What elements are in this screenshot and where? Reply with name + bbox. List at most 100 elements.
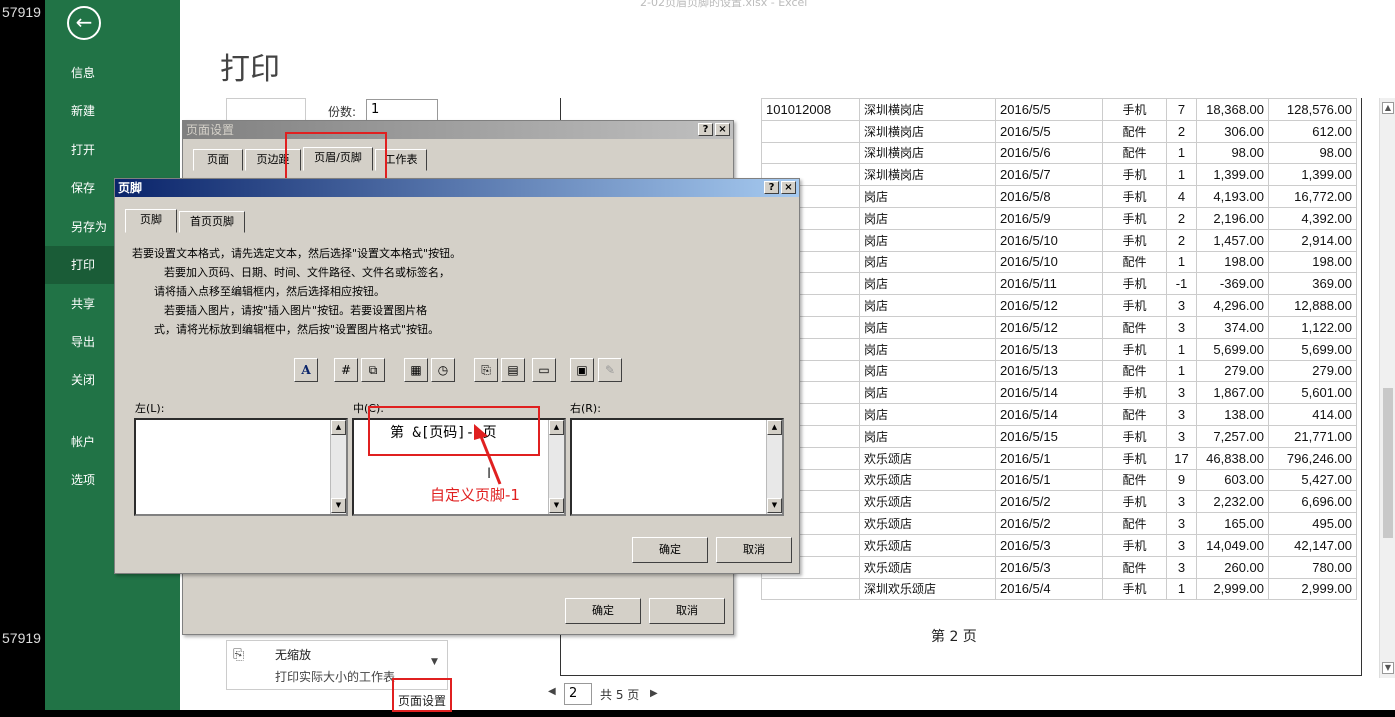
tab-page[interactable]: 页面 (193, 149, 243, 171)
right-section-input[interactable]: ▲ ▼ (570, 418, 784, 516)
date-icon[interactable]: ▦ (404, 358, 428, 382)
footer-dialog-title: 页脚 ? × (115, 179, 799, 197)
quantity-cell: 2 (1166, 206, 1197, 230)
scaling-label: 无缩放 (275, 648, 312, 662)
store-name-cell: 岗店 (859, 206, 996, 230)
tab-first-page-footer[interactable]: 首页页脚 (179, 211, 245, 233)
scroll-down-icon[interactable]: ▼ (1382, 662, 1394, 674)
unit-price-cell: 2,196.00 (1196, 206, 1269, 230)
category-cell: 手机 (1102, 163, 1167, 187)
order-date-cell: 2016/5/3 (995, 555, 1103, 579)
table-row: 101012008 深圳横岗店 2016/5/5 手机 7 18,368.00 128,57… (761, 98, 1357, 121)
order-date-cell: 2016/5/15 (995, 424, 1103, 448)
category-cell: 手机 (1102, 272, 1167, 296)
category-cell: 配件 (1102, 315, 1167, 339)
table-row: 欢乐颂店 2016/5/1 配件 9 603.00 5,427.00 (761, 468, 1357, 492)
tab-header-footer[interactable]: 页眉/页脚 (303, 147, 373, 171)
order-date-cell: 2016/5/8 (995, 185, 1103, 208)
store-name-cell: 欢乐颂店 (859, 533, 996, 557)
order-date-cell: 2016/5/14 (995, 381, 1103, 405)
table-row: 岗店 2016/5/9 手机 2 2,196.00 4,392.00 (761, 206, 1357, 230)
order-date-cell: 2016/5/13 (995, 337, 1103, 361)
store-name-cell: 岗店 (859, 359, 996, 383)
sidebar-item-open[interactable]: 打开 (45, 131, 180, 169)
category-cell: 手机 (1102, 490, 1167, 514)
page-number-icon[interactable]: # (334, 358, 358, 382)
prev-page-icon[interactable]: ◀ (548, 686, 556, 697)
amount-cell: 1,399.00 (1268, 163, 1357, 187)
page-setup-link[interactable]: 页面设置 (392, 678, 452, 712)
page-count-icon[interactable]: ⧉ (361, 358, 385, 382)
scroll-up-icon[interactable]: ▲ (1382, 102, 1394, 114)
tab-footer[interactable]: 页脚 (125, 209, 177, 233)
close-icon[interactable]: × (781, 181, 796, 194)
store-name-cell: 岗店 (859, 294, 996, 317)
sidebar-item-new[interactable]: 新建 (45, 92, 180, 130)
order-date-cell: 2016/5/6 (995, 141, 1103, 165)
next-page-icon[interactable]: ▶ (650, 688, 658, 699)
amount-cell: 5,699.00 (1268, 337, 1357, 361)
footer-title-text: 页脚 (118, 181, 143, 195)
instruction-line-2: 若要加入页码、日期、时间、文件路径、文件名或标签名， (164, 266, 450, 279)
store-name-cell: 岗店 (859, 315, 996, 339)
order-id-cell: 101012008 (761, 98, 860, 121)
category-cell: 配件 (1102, 359, 1167, 383)
order-date-cell: 2016/5/2 (995, 512, 1103, 535)
help-icon[interactable]: ? (764, 181, 779, 194)
footer-cancel-button[interactable]: 取消 (716, 537, 792, 563)
scroll-down-icon[interactable]: ▼ (549, 498, 564, 513)
scroll-up-icon[interactable]: ▲ (767, 420, 782, 435)
store-name-cell: 欢乐颂店 (859, 555, 996, 579)
help-icon[interactable]: ? (698, 123, 713, 136)
quantity-cell: 3 (1166, 533, 1197, 557)
scroll-up-icon[interactable]: ▲ (549, 420, 564, 435)
amount-cell: 2,999.00 (1268, 577, 1357, 601)
copies-input[interactable]: 1 (366, 99, 438, 121)
left-section-input[interactable]: ▲ ▼ (134, 418, 348, 516)
table-row: 岗店 2016/5/10 手机 2 1,457.00 2,914.00 (761, 228, 1357, 252)
format-text-icon[interactable]: A (294, 358, 318, 382)
center-section-scrollbar[interactable]: ▲ ▼ (548, 420, 564, 514)
category-cell: 手机 (1102, 337, 1167, 361)
annotation-arrow-icon (474, 424, 502, 485)
back-arrow-icon[interactable]: ← (67, 6, 101, 40)
scroll-thumb[interactable] (1383, 388, 1393, 538)
store-name-cell: 欢乐颂店 (859, 490, 996, 514)
store-name-cell: 深圳横岗店 (859, 163, 996, 187)
order-date-cell: 2016/5/9 (995, 206, 1103, 230)
file-name-icon[interactable]: ▤ (501, 358, 525, 382)
page-number-input[interactable]: 2 (564, 683, 592, 705)
order-date-cell: 2016/5/12 (995, 294, 1103, 317)
category-cell: 手机 (1102, 381, 1167, 405)
amount-cell: 98.00 (1268, 141, 1357, 165)
store-name-cell: 岗店 (859, 381, 996, 405)
preview-page-footer: 第 2 页 (931, 629, 977, 645)
time-icon[interactable]: ◷ (431, 358, 455, 382)
close-icon[interactable]: × (715, 123, 730, 136)
chevron-down-icon[interactable]: ▼ (431, 657, 438, 667)
right-section-scrollbar[interactable]: ▲ ▼ (766, 420, 782, 514)
preview-scrollbar[interactable]: ▲ ▼ (1379, 98, 1395, 678)
order-id-cell (761, 119, 860, 143)
page-setup-cancel-button[interactable]: 取消 (649, 598, 725, 624)
scroll-down-icon[interactable]: ▼ (331, 498, 346, 513)
footer-ok-button[interactable]: 确定 (632, 537, 708, 563)
order-date-cell: 2016/5/10 (995, 250, 1103, 274)
unit-price-cell: 603.00 (1196, 468, 1269, 492)
table-row: 欢乐颂店 2016/5/2 配件 3 165.00 495.00 (761, 512, 1357, 535)
scroll-up-icon[interactable]: ▲ (331, 420, 346, 435)
left-section-scrollbar[interactable]: ▲ ▼ (330, 420, 346, 514)
unit-price-cell: 4,193.00 (1196, 185, 1269, 208)
table-row: 岗店 2016/5/13 手机 1 5,699.00 5,699.00 (761, 337, 1357, 361)
table-row: 欢乐颂店 2016/5/3 配件 3 260.00 780.00 (761, 555, 1357, 579)
sheet-name-icon[interactable]: ▭ (532, 358, 556, 382)
insert-picture-icon[interactable]: ▣ (570, 358, 594, 382)
amount-cell: 16,772.00 (1268, 185, 1357, 208)
page-setup-ok-button[interactable]: 确定 (565, 598, 641, 624)
scroll-down-icon[interactable]: ▼ (767, 498, 782, 513)
unit-price-cell: 198.00 (1196, 250, 1269, 274)
file-path-icon[interactable]: ⎘ (474, 358, 498, 382)
quantity-cell: 17 (1166, 446, 1197, 470)
sidebar-item-info[interactable]: 信息 (45, 54, 180, 92)
order-date-cell: 2016/5/2 (995, 490, 1103, 514)
